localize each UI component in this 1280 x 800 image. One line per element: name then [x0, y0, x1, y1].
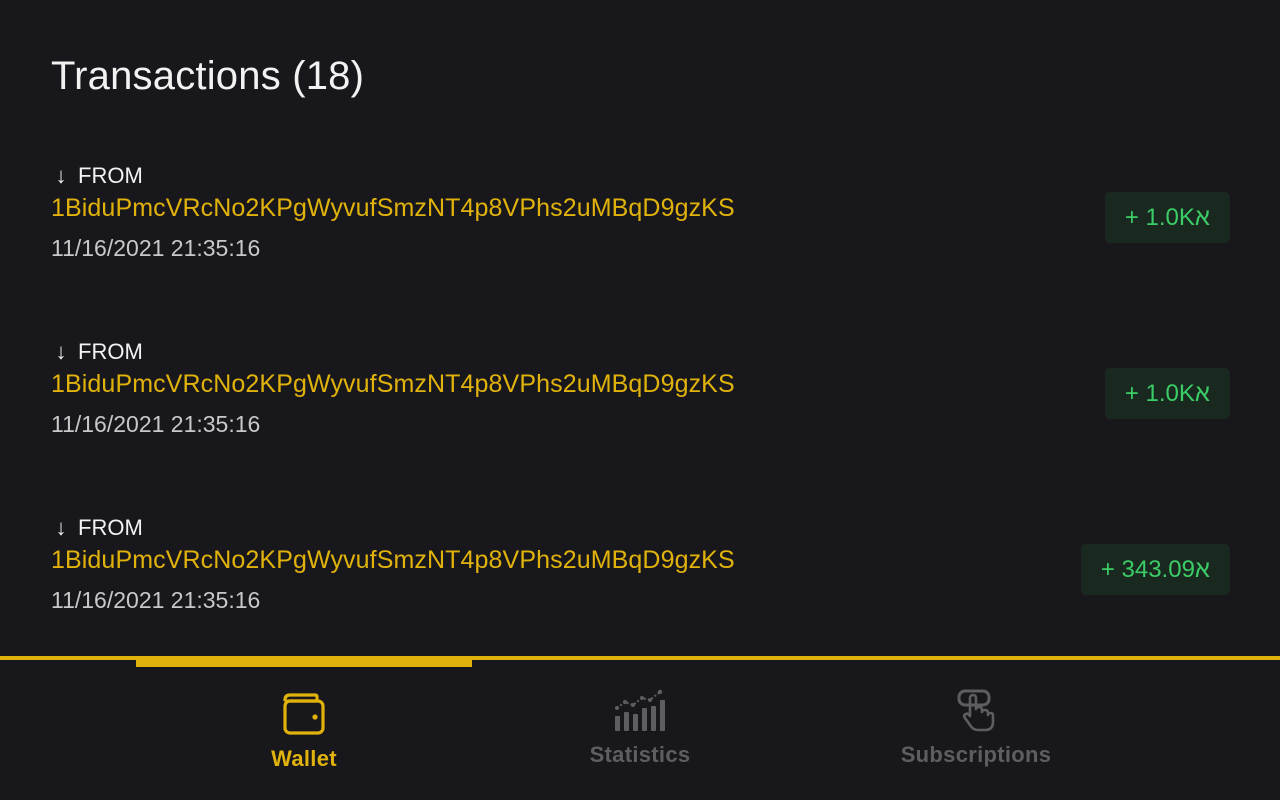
arrow-down-icon: ↓ [55, 515, 67, 540]
transaction-item[interactable]: ↓ FROM 1BiduPmcVRcNo2KPgWyvufSmzNT4p8VPh… [51, 339, 1230, 459]
transaction-address[interactable]: 1BiduPmcVRcNo2KPgWyvufSmzNT4p8VPhs2uMBqD… [51, 369, 735, 399]
wallet-icon [283, 693, 325, 735]
transaction-amount-badge: + 1.0Kא [1104, 192, 1230, 243]
nav-item-wallet[interactable]: Wallet [136, 660, 472, 800]
nav-item-subscriptions[interactable]: Subscriptions [808, 660, 1144, 800]
direction-label: FROM [78, 515, 143, 540]
arrow-down-icon: ↓ [55, 339, 67, 364]
transaction-date: 11/16/2021 21:35:16 [51, 411, 261, 437]
page-title: Transactions (18) [51, 54, 365, 98]
nav-item-statistics[interactable]: Statistics [472, 660, 808, 800]
wallet-page: Transactions (18) ↓ FROM 1BiduPmcVRcNo2K… [0, 0, 1280, 800]
nav-label-wallet: Wallet [271, 746, 337, 771]
transaction-item[interactable]: ↓ FROM 1BiduPmcVRcNo2KPgWyvufSmzNT4p8VPh… [51, 515, 1230, 635]
arrow-down-icon: ↓ [55, 163, 67, 188]
transaction-address[interactable]: 1BiduPmcVRcNo2KPgWyvufSmzNT4p8VPhs2uMBqD… [51, 545, 735, 575]
subscriptions-icon [957, 689, 995, 732]
transaction-direction: ↓ FROM [51, 339, 143, 365]
transaction-date: 11/16/2021 21:35:16 [51, 235, 261, 261]
transaction-address[interactable]: 1BiduPmcVRcNo2KPgWyvufSmzNT4p8VPhs2uMBqD… [51, 193, 735, 223]
nav-label-statistics: Statistics [589, 742, 691, 767]
transaction-date: 11/16/2021 21:35:16 [51, 587, 261, 613]
transaction-amount-badge: + 1.0Kא [1104, 368, 1230, 419]
nav-label-subscriptions: Subscriptions [900, 742, 1052, 767]
direction-label: FROM [78, 339, 143, 364]
statistics-icon [615, 689, 665, 731]
transaction-amount-badge: + 343.09א [1080, 544, 1230, 595]
transaction-direction: ↓ FROM [51, 163, 143, 189]
transaction-direction: ↓ FROM [51, 515, 143, 541]
bottom-nav: Wallet Statistics Subscriptions [0, 660, 1280, 800]
transaction-item[interactable]: ↓ FROM 1BiduPmcVRcNo2KPgWyvufSmzNT4p8VPh… [51, 163, 1230, 283]
active-tab-indicator [136, 656, 472, 667]
direction-label: FROM [78, 163, 143, 188]
